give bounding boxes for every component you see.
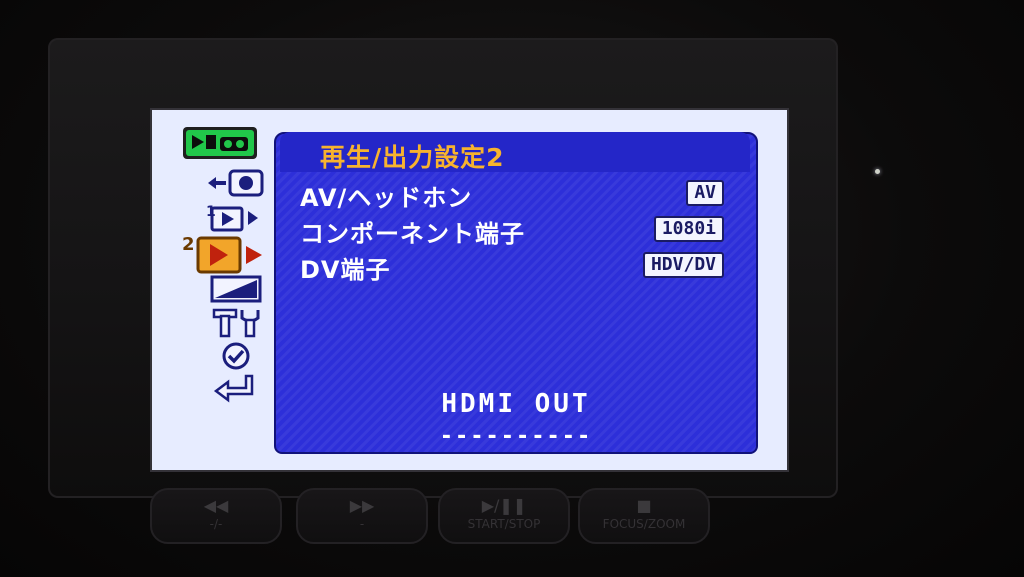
display-icon[interactable] [210, 274, 264, 304]
svg-text:1: 1 [206, 204, 216, 220]
menu-item-component-terminal-label[interactable]: コンポーネント端子 [300, 214, 525, 249]
fast-forward-button-label: - [359, 517, 365, 531]
fast-forward-icon: ▶▶ [349, 496, 375, 515]
dv-setting-badge[interactable]: HDV/DV [642, 252, 724, 278]
rewind-icon: ◀◀ [203, 496, 229, 515]
fast-forward-button[interactable]: ▶▶ - [296, 488, 428, 544]
menu-panel: 再生/出力設定2 AV/ヘッドホン AV コンポーネント端子 1080i DV端… [274, 132, 758, 454]
hardware-button-row: ◀◀ -/- ▶▶ - ▶/❚❚ START/STOP ■ FOCUS/ZOOM [150, 488, 720, 548]
menu-item-av-headphone-label[interactable]: AV/ヘッドホン [300, 178, 472, 213]
menu-sidebar: 1 2 [152, 110, 274, 470]
stop-button[interactable]: ■ FOCUS/ZOOM [578, 488, 710, 544]
hdmi-out-value: ---------- [439, 424, 593, 449]
stop-icon: ■ [636, 496, 652, 515]
svg-text:2: 2 [182, 234, 195, 255]
play-pause-icon: ▶/❚❚ [481, 496, 527, 515]
playback-settings-1-icon[interactable]: 1 [204, 202, 270, 234]
rewind-button[interactable]: ◀◀ -/- [150, 488, 282, 544]
return-icon[interactable] [212, 372, 262, 406]
hdmi-out-label: HDMI OUT [441, 389, 591, 419]
av-setting-badge[interactable]: AV [686, 180, 724, 206]
component-setting-badge[interactable]: 1080i [653, 216, 724, 242]
menu-title: 再生/出力設定2 [320, 143, 505, 172]
playback-settings-2-icon[interactable]: 2 [180, 232, 276, 276]
play-pause-button-label: START/STOP [467, 517, 541, 531]
check-icon[interactable] [216, 340, 256, 372]
menu-item-dv-terminal-label[interactable]: DV端子 [300, 250, 391, 285]
camcorder-scene: 1 2 再生/出力設定2 AV/ヘッドホン AV コンポーネント端子 1080i… [0, 0, 1024, 577]
tools-icon[interactable] [210, 306, 266, 338]
record-icon[interactable] [204, 168, 268, 198]
play-pause-button[interactable]: ▶/❚❚ START/STOP [438, 488, 570, 544]
playback-tape-icon[interactable] [182, 126, 258, 160]
rewind-button-label: -/- [209, 517, 223, 531]
stop-button-label: FOCUS/ZOOM [602, 517, 686, 531]
menu-title-tab: 再生/出力設定2 [280, 132, 750, 172]
lcd-screen: 1 2 再生/出力設定2 AV/ヘッドホン AV コンポーネント端子 1080i… [150, 108, 789, 472]
indicator-light [875, 169, 880, 174]
